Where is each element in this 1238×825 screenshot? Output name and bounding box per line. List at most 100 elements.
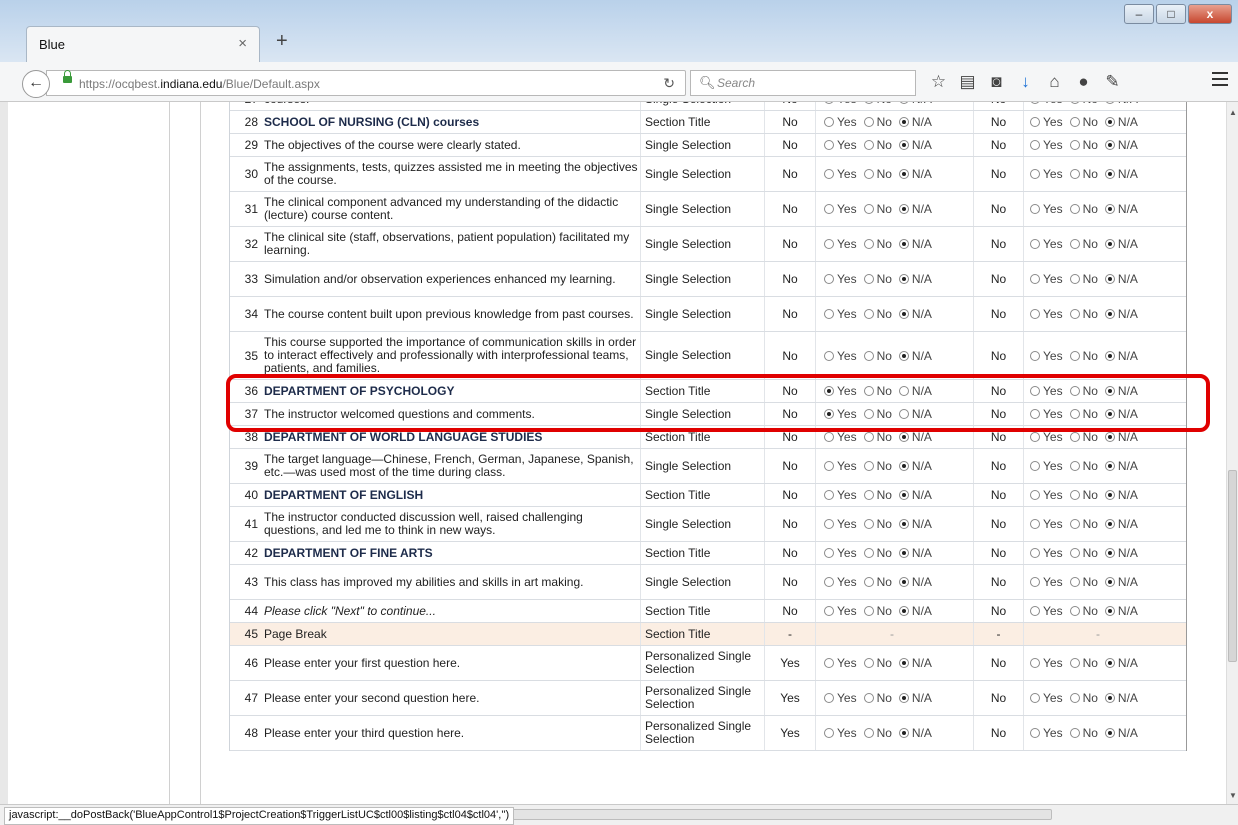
radio-option-yes[interactable]: Yes [1030,272,1063,286]
radio-option-yes[interactable]: Yes [824,546,857,560]
radio-button[interactable] [1069,309,1080,319]
radio-button[interactable] [863,140,874,150]
radio-option-no[interactable]: No [863,575,892,589]
radio-option-no[interactable]: No [863,307,892,321]
radio-button[interactable] [1030,117,1040,127]
radio-button[interactable] [1104,309,1115,319]
radio-button[interactable] [863,117,874,127]
table-row[interactable]: 43 This class has improved my abilities a… [230,565,1186,600]
radio-button[interactable] [1104,577,1115,587]
radio-button[interactable] [1030,606,1040,616]
radio-option-yes[interactable]: Yes [824,307,857,321]
radio-button[interactable] [1030,461,1040,471]
radio-button[interactable] [863,728,874,738]
table-row[interactable]: 36 DEPARTMENT OF PSYCHOLOGY Section Title N… [230,380,1186,403]
radio-option-no[interactable]: No [863,726,892,740]
radio-option-no[interactable]: No [863,202,892,216]
radio-button[interactable] [1069,102,1080,104]
radio-button[interactable] [898,693,909,703]
radio-option-no[interactable]: No [863,459,892,473]
table-row[interactable]: 27courses.Single SelectionNoYesNoN/ANoYe… [230,102,1186,111]
radio-button[interactable] [1104,728,1115,738]
radio-button[interactable] [824,548,834,558]
radio-button[interactable] [1069,461,1080,471]
radio-option-na[interactable]: N/A [898,656,932,670]
radio-button[interactable] [863,432,874,442]
radio-option-na[interactable]: N/A [1104,488,1138,502]
radio-option-yes[interactable]: Yes [824,407,857,421]
radio-button[interactable] [1069,658,1080,668]
radio-button[interactable] [1104,169,1115,179]
scroll-thumb[interactable] [1228,470,1237,662]
radio-option-yes[interactable]: Yes [1030,138,1063,152]
radio-option-no[interactable]: No [1069,656,1098,670]
radio-button[interactable] [898,140,909,150]
radio-button[interactable] [1030,658,1040,668]
radio-button[interactable] [863,204,874,214]
radio-button[interactable] [1069,728,1080,738]
radio-option-na[interactable]: N/A [898,488,932,502]
radio-button[interactable] [898,386,909,396]
new-tab-button[interactable]: + [276,30,288,53]
radio-button[interactable] [1069,350,1080,361]
radio-option-no[interactable]: No [863,656,892,670]
radio-button[interactable] [824,606,834,616]
close-window-button[interactable]: x [1188,4,1232,24]
tab-close-icon[interactable]: × [238,35,247,52]
radio-option-na[interactable]: N/A [898,430,932,444]
radio-option-na[interactable]: N/A [1104,546,1138,560]
radio-button[interactable] [898,204,909,214]
radio-button[interactable] [824,239,834,249]
radio-option-no[interactable]: No [863,138,892,152]
scroll-down-icon[interactable]: ▼ [1229,791,1237,800]
radio-button[interactable] [898,490,909,500]
radio-button[interactable] [1069,239,1080,249]
question-text[interactable]: Simulation and/or observation experience… [264,271,640,288]
radio-button[interactable] [863,309,874,319]
question-text[interactable]: courses. [264,102,640,108]
radio-button[interactable] [898,432,909,442]
table-row[interactable]: 28 SCHOOL OF NURSING (CLN) courses Section… [230,111,1186,134]
radio-option-yes[interactable]: Yes [824,575,857,589]
radio-option-na[interactable]: N/A [1104,656,1138,670]
radio-option-na[interactable]: N/A [1104,517,1138,531]
radio-option-na[interactable]: N/A [898,546,932,560]
radio-button[interactable] [1104,432,1115,442]
radio-option-no[interactable]: No [863,488,892,502]
radio-button[interactable] [824,693,834,703]
radio-option-no[interactable]: No [863,517,892,531]
radio-option-yes[interactable]: Yes [1030,691,1063,705]
question-text[interactable]: The assignments, tests, quizzes assisted… [264,159,640,189]
radio-option-na[interactable]: N/A [1104,349,1138,363]
radio-option-yes[interactable]: Yes [1030,488,1063,502]
radio-option-no[interactable]: No [863,691,892,705]
radio-button[interactable] [824,386,834,396]
radio-option-yes[interactable]: Yes [824,488,857,502]
table-row[interactable]: 29 The objectives of the course were clea… [230,134,1186,157]
radio-option-na[interactable]: N/A [1104,726,1138,740]
radio-option-no[interactable]: No [1069,307,1098,321]
radio-option-yes[interactable]: Yes [1030,384,1063,398]
radio-option-no[interactable]: No [1069,115,1098,129]
radio-option-na[interactable]: N/A [898,349,932,363]
browser-tab[interactable]: Blue × [26,26,260,62]
radio-button[interactable] [898,658,909,668]
radio-button[interactable] [824,274,834,284]
radio-button[interactable] [863,693,874,703]
question-text[interactable]: The instructor conducted discussion well… [264,509,640,539]
radio-option-na[interactable]: N/A [1104,604,1138,618]
radio-button[interactable] [1069,490,1080,500]
radio-option-yes[interactable]: Yes [1030,656,1063,670]
table-row[interactable]: 39 The target language—Chinese, French, G… [230,449,1186,484]
radio-button[interactable] [898,309,909,319]
menu-icon[interactable] [1212,72,1228,90]
radio-option-no[interactable]: No [863,604,892,618]
radio-button[interactable] [1069,140,1080,150]
radio-button[interactable] [1104,274,1115,284]
radio-option-na[interactable]: N/A [1104,430,1138,444]
radio-option-yes[interactable]: Yes [824,237,857,251]
radio-button[interactable] [863,490,874,500]
radio-option-na[interactable]: N/A [898,202,932,216]
radio-button[interactable] [824,140,834,150]
table-row[interactable]: 30 The assignments, tests, quizzes assist… [230,157,1186,192]
